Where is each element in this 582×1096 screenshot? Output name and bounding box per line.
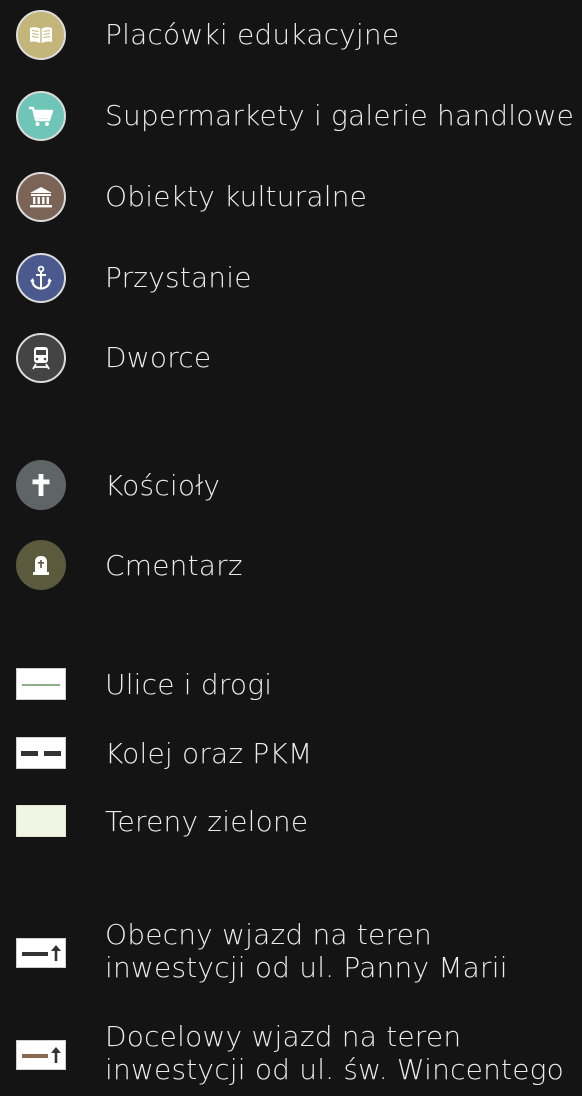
legend-label: Kolej oraz PKM <box>105 737 313 770</box>
rail-swatch-dash <box>21 751 38 756</box>
legend-label: Ulice i drogi <box>105 668 273 701</box>
legend-label: Cmentarz <box>105 549 243 582</box>
legend-label-line: inwestycji od ul. Panny Marii <box>105 951 508 984</box>
legend-label: Przystanie <box>105 261 252 294</box>
entry-arrow-head <box>51 1047 61 1063</box>
book-icon <box>16 10 66 60</box>
legend-item-station: Dworce <box>0 333 582 383</box>
legend-item-target-entry: Docelowy wjazd na teren inwestycji od ul… <box>0 1020 582 1094</box>
anchor-icon <box>16 253 66 303</box>
legend-item-church: Kościoły <box>0 460 582 510</box>
legend-label-line: inwestycji od ul. św. Wincentego <box>105 1053 564 1086</box>
legend-item-rail: Kolej oraz PKM <box>0 737 582 771</box>
legend-label: Obecny wjazd na teren inwestycji od ul. … <box>105 918 508 984</box>
road-swatch <box>16 668 66 700</box>
legend-item-education: Placówki edukacyjne <box>0 10 582 60</box>
legend-label: Tereny zielone <box>105 805 309 838</box>
entry-arrow-line <box>22 952 48 956</box>
grave-icon <box>16 540 66 590</box>
legend-item-marina: Przystanie <box>0 253 582 303</box>
legend-item-shopping: Supermarkety i galerie handlowe <box>0 91 582 141</box>
legend-item-roads: Ulice i drogi <box>0 668 582 702</box>
road-swatch-line <box>22 684 60 686</box>
rail-swatch <box>16 737 66 769</box>
legend-item-current-entry: Obecny wjazd na teren inwestycji od ul. … <box>0 918 582 992</box>
entry-arrow-head <box>51 945 61 961</box>
cart-icon <box>16 91 66 141</box>
legend-label-line: Obecny wjazd na teren <box>105 918 432 951</box>
cross-icon <box>16 460 66 510</box>
legend-label-line: Docelowy wjazd na teren <box>105 1020 462 1053</box>
entry-arrow-line <box>22 1054 48 1058</box>
entry-arrow-icon <box>16 938 66 968</box>
green-swatch <box>16 805 66 837</box>
legend-item-culture: Obiekty kulturalne <box>0 172 582 222</box>
entry-arrow-icon <box>16 1040 66 1070</box>
legend-label: Supermarkety i galerie handlowe <box>105 99 575 132</box>
legend-label: Kościoły <box>105 469 221 502</box>
train-icon <box>16 333 66 383</box>
legend-label: Dworce <box>105 341 212 374</box>
legend-label: Obiekty kulturalne <box>105 180 368 213</box>
legend-item-green: Tereny zielone <box>0 805 582 839</box>
museum-icon <box>16 172 66 222</box>
legend-item-cemetery: Cmentarz <box>0 540 582 590</box>
legend-label: Placówki edukacyjne <box>105 18 400 51</box>
rail-swatch-dash <box>44 751 61 756</box>
legend-label: Docelowy wjazd na teren inwestycji od ul… <box>105 1020 564 1086</box>
